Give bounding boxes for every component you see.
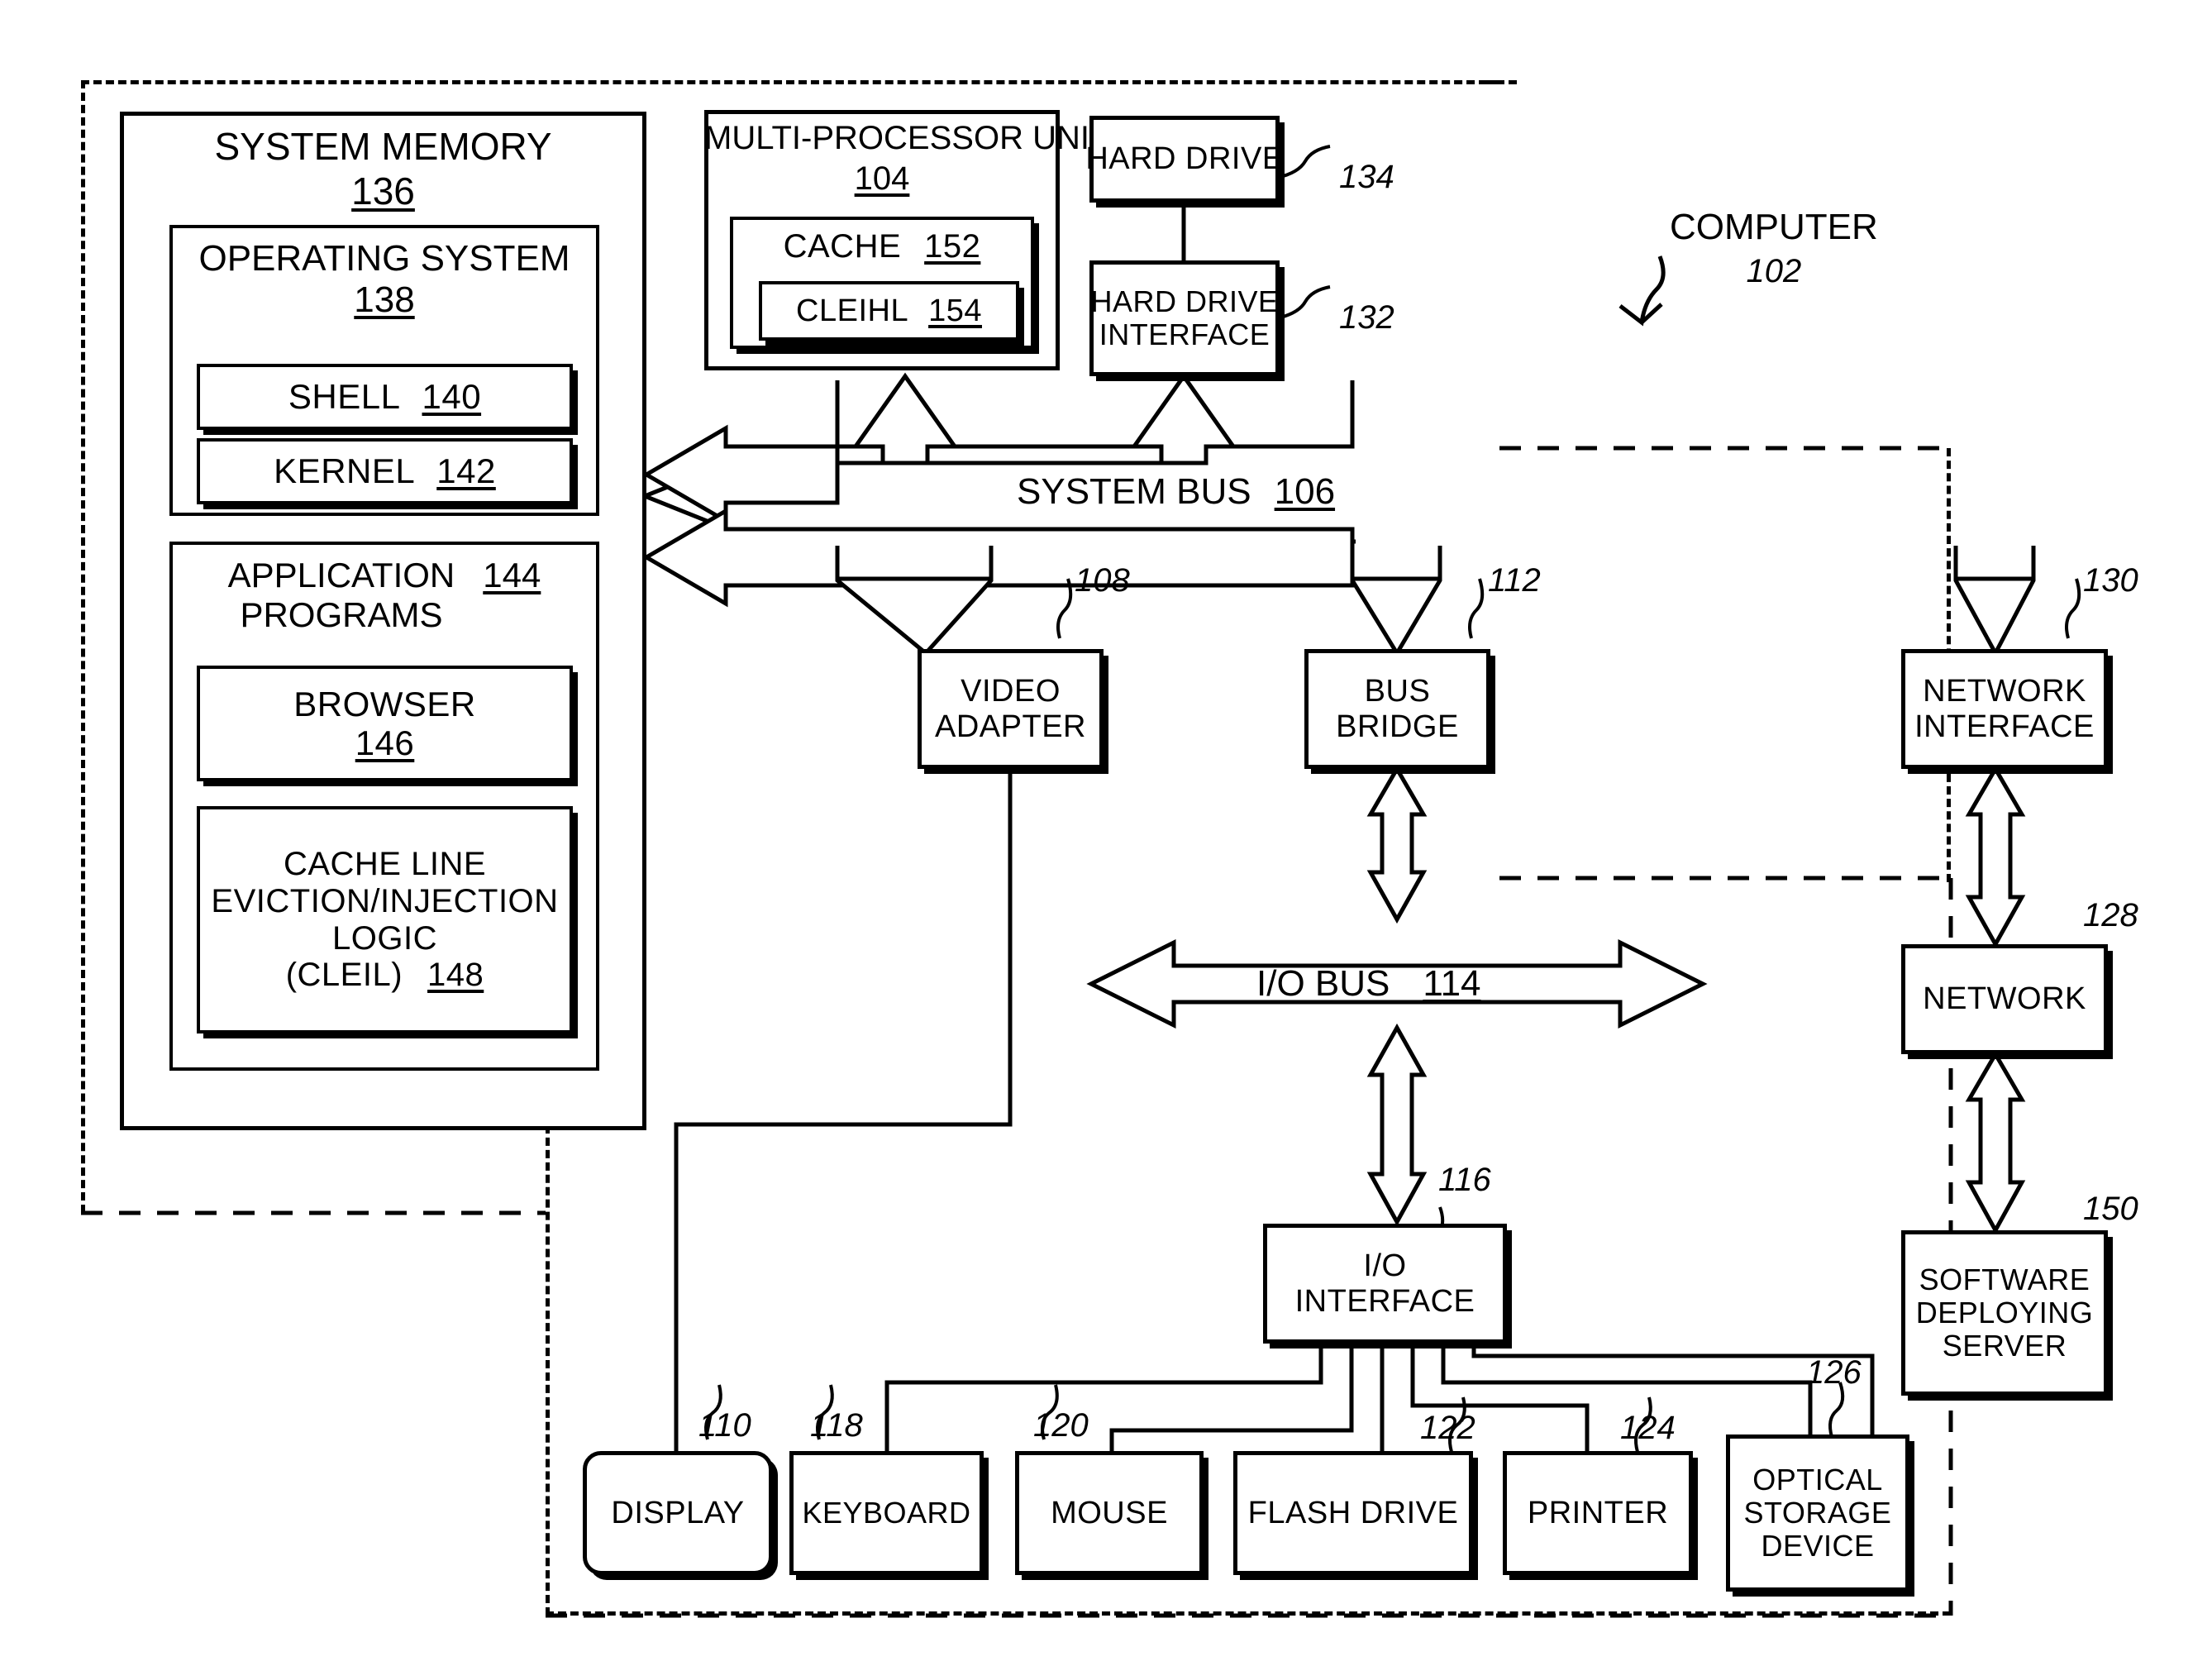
hard-drive-box: HARD DRIVE: [1085, 116, 1283, 203]
video-adapter-ref: 108: [1075, 562, 1130, 599]
hard-drive-label: HARD DRIVE: [1085, 141, 1284, 177]
io-interface-line1: I/O: [1363, 1248, 1407, 1283]
display-ref: 110: [698, 1407, 751, 1444]
kernel-box: KERNEL 142: [197, 438, 573, 504]
hard-drive-ref: 134: [1339, 159, 1394, 195]
bus-bridge-line2: BRIDGE: [1336, 709, 1459, 744]
network-interface-ref: 130: [2083, 562, 2138, 599]
application-programs-title: APPLICATION PROGRAMS 144: [227, 556, 541, 634]
mpu-title: MULTI-PROCESSOR UNIT 104: [704, 120, 1110, 197]
network-interface-box: NETWORK INTERFACE: [1901, 649, 2108, 769]
cleil-line4: (CLEIL): [285, 957, 403, 994]
system-memory-title: SYSTEM MEMORY 136: [214, 125, 552, 212]
bus-bridge-ref: 112: [1488, 562, 1541, 599]
kernel-label: KERNEL: [274, 451, 416, 491]
optical-storage-line1: OPTICAL: [1752, 1462, 1883, 1497]
shell-ref: 140: [422, 377, 482, 417]
system-bus-label: SYSTEM BUS 106: [1017, 471, 1336, 512]
cleihl-label: CLEIHL: [796, 293, 909, 328]
flash-drive-box: FLASH DRIVE: [1233, 1451, 1473, 1575]
bus-bridge-line1: BUS: [1364, 673, 1431, 709]
io-bus-label: I/O BUS 114: [1256, 963, 1481, 1004]
browser-box: BROWSER 146: [197, 666, 573, 781]
io-interface-line2: INTERFACE: [1294, 1283, 1475, 1319]
hard-drive-interface-line2: INTERFACE: [1099, 317, 1270, 351]
kernel-ref: 142: [436, 451, 496, 491]
network-label: NETWORK: [1923, 981, 2086, 1017]
mpu-ref: 104: [854, 160, 910, 197]
network-interface-line1: NETWORK: [1923, 673, 2086, 709]
network-ref: 128: [2083, 897, 2138, 933]
printer-label: PRINTER: [1527, 1495, 1669, 1530]
cache-ref: 152: [924, 228, 981, 265]
computer-label: COMPUTER 102: [1670, 207, 1878, 289]
cleil-line3: LOGIC: [332, 919, 437, 957]
sds-line1: SOFTWARE: [1919, 1262, 2090, 1296]
display-box: DISPLAY: [583, 1451, 773, 1575]
software-deploying-server-box: SOFTWARE DEPLOYING SERVER: [1901, 1230, 2108, 1396]
mouse-ref: 120: [1033, 1407, 1089, 1444]
optical-storage-box: OPTICAL STORAGE DEVICE: [1726, 1434, 1909, 1592]
cleil-line2: EVICTION/INJECTION: [211, 882, 559, 919]
system-memory-ref: 136: [351, 169, 415, 212]
hard-drive-interface-ref: 132: [1339, 299, 1394, 336]
sds-line2: DEPLOYING: [1915, 1295, 2094, 1329]
network-box: NETWORK: [1901, 944, 2108, 1054]
browser-ref: 146: [355, 723, 415, 762]
cleil-ref: 148: [427, 957, 484, 994]
software-deploying-server-ref: 150: [2083, 1191, 2138, 1227]
figure-canvas: SYSTEM MEMORY 136 OPERATING SYSTEM 138 S…: [0, 0, 2212, 1666]
cleihl-box: CLEIHL 154: [759, 281, 1019, 341]
computer-boundary-right: [1499, 448, 1951, 882]
flash-drive-label: FLASH DRIVE: [1247, 1495, 1459, 1530]
keyboard-label: KEYBOARD: [802, 1495, 971, 1530]
optical-storage-line3: DEVICE: [1761, 1529, 1875, 1563]
cleil-box: CACHE LINE EVICTION/INJECTION LOGIC (CLE…: [197, 806, 573, 1033]
operating-system-ref: 138: [354, 279, 415, 320]
mouse-label: MOUSE: [1051, 1495, 1168, 1530]
video-adapter-box: VIDEO ADAPTER: [918, 649, 1104, 769]
network-interface-line2: INTERFACE: [1914, 709, 2095, 744]
cleil-line1: CACHE LINE: [283, 845, 487, 882]
keyboard-ref: 118: [810, 1407, 863, 1444]
shell-label: SHELL: [288, 377, 401, 417]
cache-label: CACHE: [783, 228, 902, 265]
application-programs-ref: 144: [483, 556, 541, 594]
hard-drive-interface-line1: HARD DRIVE: [1090, 284, 1279, 318]
printer-ref: 124: [1620, 1410, 1676, 1446]
io-interface-box: I/O INTERFACE: [1263, 1224, 1507, 1344]
video-adapter-line1: VIDEO: [961, 673, 1061, 709]
io-bus-ref: 114: [1423, 963, 1481, 1004]
flash-drive-ref: 122: [1420, 1410, 1475, 1446]
video-adapter-line2: ADAPTER: [935, 709, 1086, 744]
cleihl-ref: 154: [928, 293, 982, 328]
computer-ref: 102: [1746, 253, 1802, 289]
bus-bridge-box: BUS BRIDGE: [1304, 649, 1490, 769]
printer-box: PRINTER: [1503, 1451, 1693, 1575]
keyboard-box: KEYBOARD: [789, 1451, 984, 1575]
optical-storage-ref: 126: [1806, 1354, 1862, 1391]
shell-box: SHELL 140: [197, 364, 573, 430]
io-interface-ref: 116: [1438, 1162, 1491, 1198]
sds-line3: SERVER: [1942, 1329, 2067, 1363]
optical-storage-line2: STORAGE: [1743, 1495, 1892, 1530]
system-bus-ref: 106: [1274, 471, 1336, 512]
computer-boundary-top-right: [1484, 80, 1517, 461]
display-label: DISPLAY: [611, 1495, 745, 1530]
operating-system-title: OPERATING SYSTEM 138: [198, 238, 570, 320]
browser-label: BROWSER: [293, 684, 476, 723]
mouse-box: MOUSE: [1015, 1451, 1204, 1575]
hard-drive-interface-box: HARD DRIVE INTERFACE: [1089, 260, 1280, 376]
